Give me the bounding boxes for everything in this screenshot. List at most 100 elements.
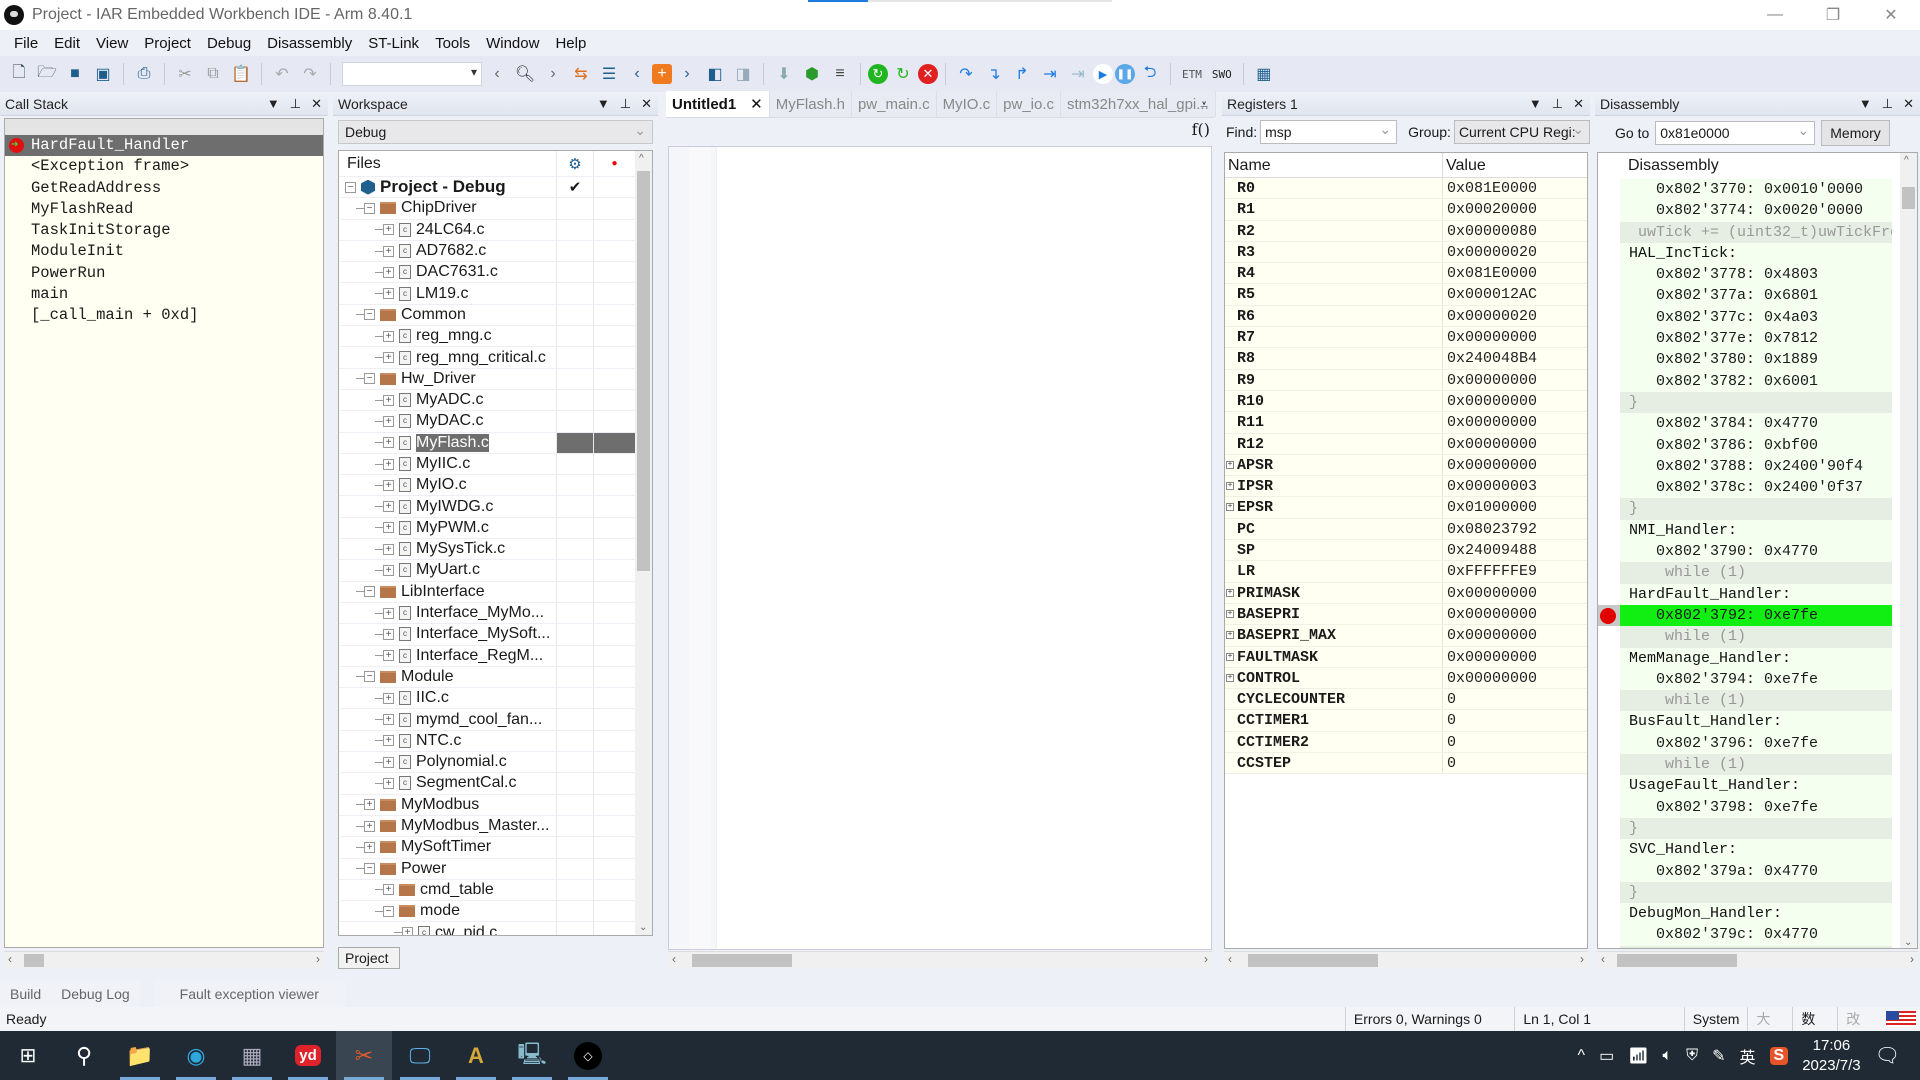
register-row[interactable]: CCSTEP 0: [1225, 753, 1587, 775]
instruction-line[interactable]: 0x802'3778: 0x4803: [1620, 264, 1892, 286]
tree-file[interactable]: + c AD7682.c: [339, 240, 635, 263]
register-row[interactable]: R6 0x00000020: [1225, 305, 1587, 328]
editor-tab[interactable]: stm32h7xx_hal_gpi...: [1061, 91, 1216, 117]
close-pane-icon[interactable]: ✕: [1903, 96, 1914, 112]
tree-folder[interactable]: − mode: [339, 901, 635, 923]
run-to-cursor-icon[interactable]: ⇥: [1065, 61, 1091, 87]
breakpoint-icon[interactable]: [1600, 607, 1616, 624]
youdao-icon[interactable]: yd: [280, 1031, 336, 1080]
name-column-header[interactable]: Name: [1225, 153, 1443, 177]
register-row[interactable]: + PRIMASK 0x00000000: [1225, 582, 1587, 604]
register-row[interactable]: + BASEPRI 0x00000000: [1225, 603, 1587, 626]
register-value[interactable]: 0x081E0000: [1443, 178, 1537, 198]
window-layout-icon[interactable]: ▦: [1251, 61, 1277, 87]
tree-folder[interactable]: − Power: [339, 858, 635, 880]
register-value[interactable]: 0: [1443, 689, 1456, 709]
register-value[interactable]: 0x240048B4: [1443, 348, 1537, 368]
disassembly-hscrollbar[interactable]: ‹ ›: [1597, 951, 1918, 968]
close-tab-icon[interactable]: ✕: [750, 95, 763, 113]
expand-icon[interactable]: +: [383, 394, 394, 406]
pane-menu-icon[interactable]: ▼: [1529, 96, 1542, 112]
register-row[interactable]: R1 0x00020000: [1225, 199, 1587, 221]
tree-folder[interactable]: − ChipDriver: [339, 198, 635, 220]
instruction-line[interactable]: 0x802'3784: 0x4770: [1620, 413, 1892, 435]
navigate-forward-icon[interactable]: ›: [674, 61, 700, 87]
tree-file[interactable]: + c MyADC.c: [339, 389, 635, 412]
value-column-header[interactable]: Value: [1443, 153, 1486, 177]
break-icon[interactable]: ❚❚: [1115, 64, 1135, 84]
sogou-icon[interactable]: S: [1769, 1046, 1789, 1065]
print-icon[interactable]: ⎙: [131, 61, 157, 87]
pane-menu-icon[interactable]: ▼: [267, 96, 280, 112]
remote-desktop-icon[interactable]: 🖵: [392, 1031, 448, 1080]
expand-icon[interactable]: +: [364, 799, 375, 811]
tree-file[interactable]: + c SegmentCal.c: [339, 773, 635, 795]
pane-menu-icon[interactable]: ▼: [1859, 96, 1872, 112]
register-value[interactable]: 0: [1443, 732, 1456, 752]
tree-file[interactable]: + c LM19.c: [339, 283, 635, 305]
register-value[interactable]: 0x00000000: [1443, 327, 1537, 347]
group-select[interactable]: Current CPU Regi:: [1453, 118, 1590, 144]
make-icon[interactable]: ⬢: [799, 61, 825, 87]
undo-icon[interactable]: ↶: [269, 61, 295, 87]
output-tab[interactable]: Build: [0, 981, 52, 1007]
source-line[interactable]: }: [1620, 881, 1892, 904]
instruction-line[interactable]: 0x802'3798: 0xe7fe: [1620, 796, 1892, 818]
find-icon[interactable]: 🔍︎: [512, 61, 538, 87]
tree-file[interactable]: + c MyFlash.c: [339, 432, 635, 454]
battery-icon[interactable]: ▭: [1599, 1046, 1614, 1066]
tree-file[interactable]: + c reg_mng.c: [339, 326, 635, 348]
register-value[interactable]: 0x24009488: [1443, 540, 1537, 560]
show-hidden-icons-icon[interactable]: ^: [1578, 1047, 1586, 1065]
expand-icon[interactable]: +: [383, 714, 394, 726]
menu-tools[interactable]: Tools: [427, 35, 478, 52]
expand-icon[interactable]: +: [383, 522, 394, 534]
instruction-line[interactable]: 0x802'3792: 0xe7fe: [1598, 604, 1892, 627]
open-file-icon[interactable]: 🗁: [34, 61, 60, 87]
tree-file[interactable]: + c MyUart.c: [339, 560, 635, 582]
register-value[interactable]: 0x00000000: [1443, 434, 1537, 454]
register-value[interactable]: 0x00000020: [1443, 306, 1537, 326]
step-over-icon[interactable]: ↷: [953, 61, 979, 87]
register-value[interactable]: 0: [1443, 753, 1456, 773]
instruction-line[interactable]: 0x802'377a: 0x6801: [1620, 285, 1892, 307]
tree-file[interactable]: + c reg_mng_critical.c: [339, 347, 635, 369]
tree-folder[interactable]: − LibInterface: [339, 581, 635, 603]
toggle-bookmark-icon[interactable]: +: [652, 64, 672, 84]
register-value[interactable]: 0x00000000: [1443, 455, 1537, 475]
expand-register-icon[interactable]: +: [1226, 503, 1234, 512]
label-line[interactable]: HAL_IncTick:: [1620, 242, 1892, 265]
expand-icon[interactable]: +: [364, 820, 375, 832]
expand-register-icon[interactable]: +: [1226, 609, 1234, 618]
tree-file[interactable]: + c MyDAC.c: [339, 411, 635, 433]
expand-register-icon[interactable]: +: [1226, 460, 1234, 469]
editor-tab[interactable]: MyFlash.h: [769, 91, 852, 117]
register-row[interactable]: R9 0x00000000: [1225, 369, 1587, 391]
menu-edit[interactable]: Edit: [46, 35, 88, 52]
tree-file[interactable]: + c MyIO.c: [339, 475, 635, 497]
register-row[interactable]: R10 0x00000000: [1225, 390, 1587, 413]
source-line[interactable]: while (1): [1620, 626, 1892, 648]
close-pane-icon[interactable]: ✕: [1573, 96, 1584, 112]
register-row[interactable]: CCTIMER2 0: [1225, 731, 1587, 754]
navigate-back-icon[interactable]: ‹: [624, 61, 650, 87]
find-combo[interactable]: [342, 62, 482, 86]
start-icon[interactable]: ⊞: [0, 1031, 56, 1080]
menu-help[interactable]: Help: [547, 35, 594, 52]
register-value[interactable]: 0x00000000: [1443, 668, 1537, 688]
expand-icon[interactable]: +: [364, 841, 375, 853]
pen-icon[interactable]: ✎: [1712, 1046, 1725, 1066]
register-value[interactable]: 0xFFFFFFE9: [1443, 561, 1537, 581]
instruction-line[interactable]: 0x802'3794: 0xe7fe: [1620, 668, 1892, 691]
register-row[interactable]: + IPSR 0x00000003: [1225, 476, 1587, 498]
register-value[interactable]: 0x00000080: [1443, 221, 1537, 241]
editor-tab[interactable]: MyIO.c: [936, 91, 998, 117]
call-stack-frame[interactable]: main: [5, 284, 323, 305]
step-into-icon[interactable]: ↴: [981, 61, 1007, 87]
find-next-icon[interactable]: ›: [540, 61, 566, 87]
register-row[interactable]: R3 0x00000020: [1225, 241, 1587, 264]
register-row[interactable]: R2 0x00000080: [1225, 220, 1587, 242]
close-button[interactable]: ✕: [1862, 0, 1920, 30]
call-stack-frame[interactable]: GetReadAddress: [5, 178, 323, 199]
previous-bookmark-icon[interactable]: ◧: [702, 61, 728, 87]
